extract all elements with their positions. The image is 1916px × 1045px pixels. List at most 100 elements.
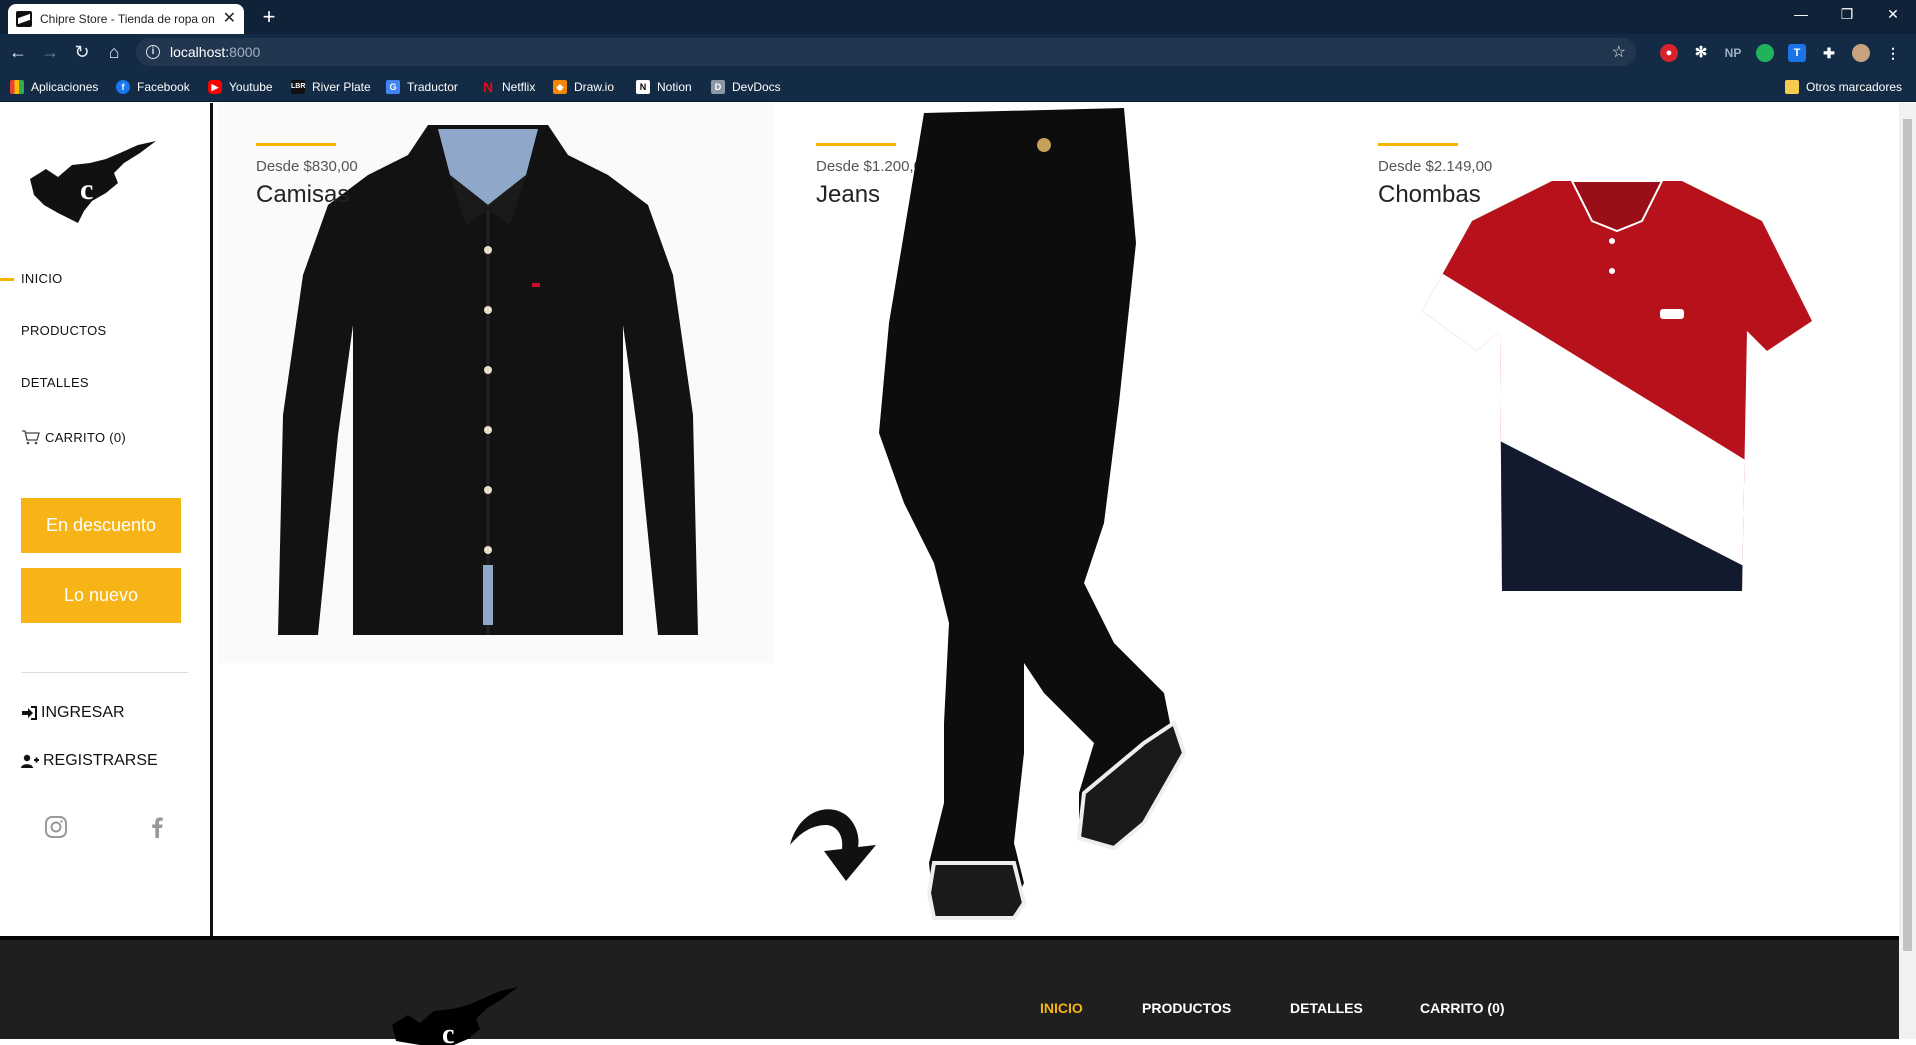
lo-nuevo-button[interactable]: Lo nuevo: [21, 568, 181, 623]
footer-nav-carrito[interactable]: CARRITO (0): [1420, 1000, 1505, 1016]
bookmark-label: Netflix: [502, 80, 536, 94]
bookmark-devdocs[interactable]: D DevDocs: [711, 78, 781, 96]
site-info-icon[interactable]: i: [146, 45, 160, 59]
profile-avatar[interactable]: [1852, 44, 1870, 62]
page-scrollbar[interactable]: [1899, 103, 1916, 1039]
bookmark-river-plate[interactable]: LBR River Plate: [291, 78, 371, 96]
bookmark-label: Otros marcadores: [1806, 80, 1903, 94]
bookmarks-bar: Aplicaciones f Facebook ▶ Youtube LBR Ri…: [0, 70, 1916, 102]
page-content: c INICIO PRODUCTOS DETALLES CARRITO (0) …: [0, 103, 1916, 1045]
user-plus-icon: [21, 754, 39, 768]
bookmark-youtube[interactable]: ▶ Youtube: [208, 78, 273, 96]
footer: c INICIO PRODUCTOS DETALLES CARRITO (0): [0, 936, 1916, 1045]
bookmark-label: Traductor: [407, 80, 458, 94]
nav-productos[interactable]: PRODUCTOS: [21, 323, 107, 338]
bookmark-otros-marcadores[interactable]: Otros marcadores: [1785, 78, 1902, 96]
product-chombas[interactable]: Desde $2.149,00 Chombas: [1334, 103, 1894, 936]
np-extension-icon[interactable]: NP: [1724, 44, 1742, 62]
sidebar: c INICIO PRODUCTOS DETALLES CARRITO (0) …: [0, 103, 213, 936]
restore-icon[interactable]: ❐: [1824, 0, 1870, 30]
browser-menu-icon[interactable]: ⋮: [1884, 44, 1902, 62]
svg-text:c: c: [80, 173, 93, 206]
close-window-icon[interactable]: ✕: [1870, 0, 1916, 30]
bookmark-notion[interactable]: N Notion: [636, 78, 692, 96]
green-extension-icon[interactable]: [1756, 44, 1774, 62]
footer-nav-inicio[interactable]: INICIO: [1040, 1000, 1083, 1016]
bookmark-star-icon[interactable]: ☆: [1612, 42, 1626, 62]
facebook-icon: f: [116, 80, 130, 94]
product-price: Desde $830,00: [256, 158, 358, 175]
bookmark-netflix[interactable]: N Netflix: [481, 78, 535, 96]
netflix-icon: N: [482, 79, 494, 95]
ingresar-label: INGRESAR: [41, 704, 125, 721]
product-accent-bar: [1378, 143, 1458, 146]
sidebar-divider: [21, 672, 188, 673]
browser-toolbar: ← → ↻ ⌂ i localhost: 8000 ☆ ● ✻ NP T ✚ ⋮: [0, 34, 1916, 70]
apps-grid-icon: [10, 80, 24, 94]
svg-text:c: c: [442, 1019, 454, 1045]
sign-in-icon: [22, 706, 37, 720]
minimize-icon[interactable]: —: [1778, 0, 1824, 30]
notion-icon: N: [636, 80, 650, 94]
instagram-icon[interactable]: [43, 814, 69, 840]
url-host: localhost:: [170, 44, 230, 60]
river-plate-icon: LBR: [291, 80, 305, 94]
drawio-icon: ◆: [553, 80, 567, 94]
chipre-logo[interactable]: c: [28, 139, 158, 229]
home-icon[interactable]: ⌂: [102, 40, 126, 64]
nav-detalles[interactable]: DETALLES: [21, 375, 89, 390]
close-tab-icon[interactable]: ✕: [223, 11, 236, 27]
folder-icon: [1785, 80, 1799, 94]
bookmark-label: Youtube: [229, 80, 273, 94]
translate-icon: G: [386, 80, 400, 94]
reload-icon[interactable]: ↻: [70, 40, 94, 64]
product-jeans[interactable]: Desde $1.200,00 Jeans: [774, 103, 1334, 936]
cart-icon: [22, 430, 40, 445]
ingresar-link[interactable]: INGRESAR: [21, 704, 125, 722]
youtube-icon: ▶: [208, 80, 222, 94]
translate-extension-icon[interactable]: T: [1788, 44, 1806, 62]
nav-inicio[interactable]: INICIO: [21, 271, 63, 286]
black-jeans-image: [879, 108, 1187, 920]
product-camisas[interactable]: Desde $830,00 Camisas: [218, 103, 774, 663]
settings-extension-icon[interactable]: ✻: [1692, 44, 1710, 62]
browser-tab[interactable]: Chipre Store - Tienda de ropa on ✕: [8, 4, 244, 34]
adblock-extension-icon[interactable]: ●: [1660, 44, 1678, 62]
bookmark-label: DevDocs: [732, 80, 781, 94]
registrarse-link[interactable]: REGISTRARSE: [21, 752, 158, 770]
bookmark-label: Notion: [657, 80, 692, 94]
product-name: Camisas: [256, 181, 350, 208]
arrow-down-right-icon: [790, 809, 876, 881]
product-name: Jeans: [816, 181, 881, 208]
devdocs-icon: D: [711, 80, 725, 94]
browser-tab-strip: Chipre Store - Tienda de ropa on ✕ + — ❐…: [0, 0, 1916, 34]
footer-logo[interactable]: c: [390, 985, 530, 1045]
bookmark-aplicaciones[interactable]: Aplicaciones: [10, 78, 98, 96]
registrarse-label: REGISTRARSE: [43, 752, 158, 769]
bookmark-traductor[interactable]: G Traductor: [386, 78, 458, 96]
product-accent-bar: [256, 143, 336, 146]
active-nav-indicator: [0, 278, 14, 281]
cart-label: CARRITO (0): [45, 429, 127, 445]
polo-shirt-image: [1422, 180, 1812, 591]
forward-icon[interactable]: →: [38, 40, 62, 64]
extensions-puzzle-icon[interactable]: ✚: [1820, 44, 1838, 62]
footer-nav-detalles[interactable]: DETALLES: [1290, 1000, 1363, 1016]
url-port: 8000: [229, 44, 261, 60]
footer-nav-productos[interactable]: PRODUCTOS: [1142, 1000, 1231, 1016]
bookmark-drawio[interactable]: ◆ Draw.io: [553, 78, 614, 96]
tab-title: Chipre Store - Tienda de ropa on: [40, 12, 215, 26]
bookmark-label: River Plate: [312, 80, 371, 94]
site-favicon-icon: [16, 11, 32, 27]
facebook-icon[interactable]: [144, 814, 170, 840]
en-descuento-button[interactable]: En descuento: [21, 498, 181, 553]
bookmark-facebook[interactable]: f Facebook: [116, 78, 190, 96]
back-icon[interactable]: ←: [6, 40, 30, 64]
new-tab-button[interactable]: +: [256, 4, 282, 30]
bookmark-label: Draw.io: [574, 80, 615, 94]
scrollbar-thumb[interactable]: [1903, 119, 1912, 951]
nav-carrito[interactable]: CARRITO (0): [21, 429, 126, 445]
bookmark-label: Facebook: [137, 80, 190, 94]
bookmark-label: Aplicaciones: [31, 80, 99, 94]
address-bar[interactable]: i localhost: 8000 ☆: [136, 38, 1636, 66]
